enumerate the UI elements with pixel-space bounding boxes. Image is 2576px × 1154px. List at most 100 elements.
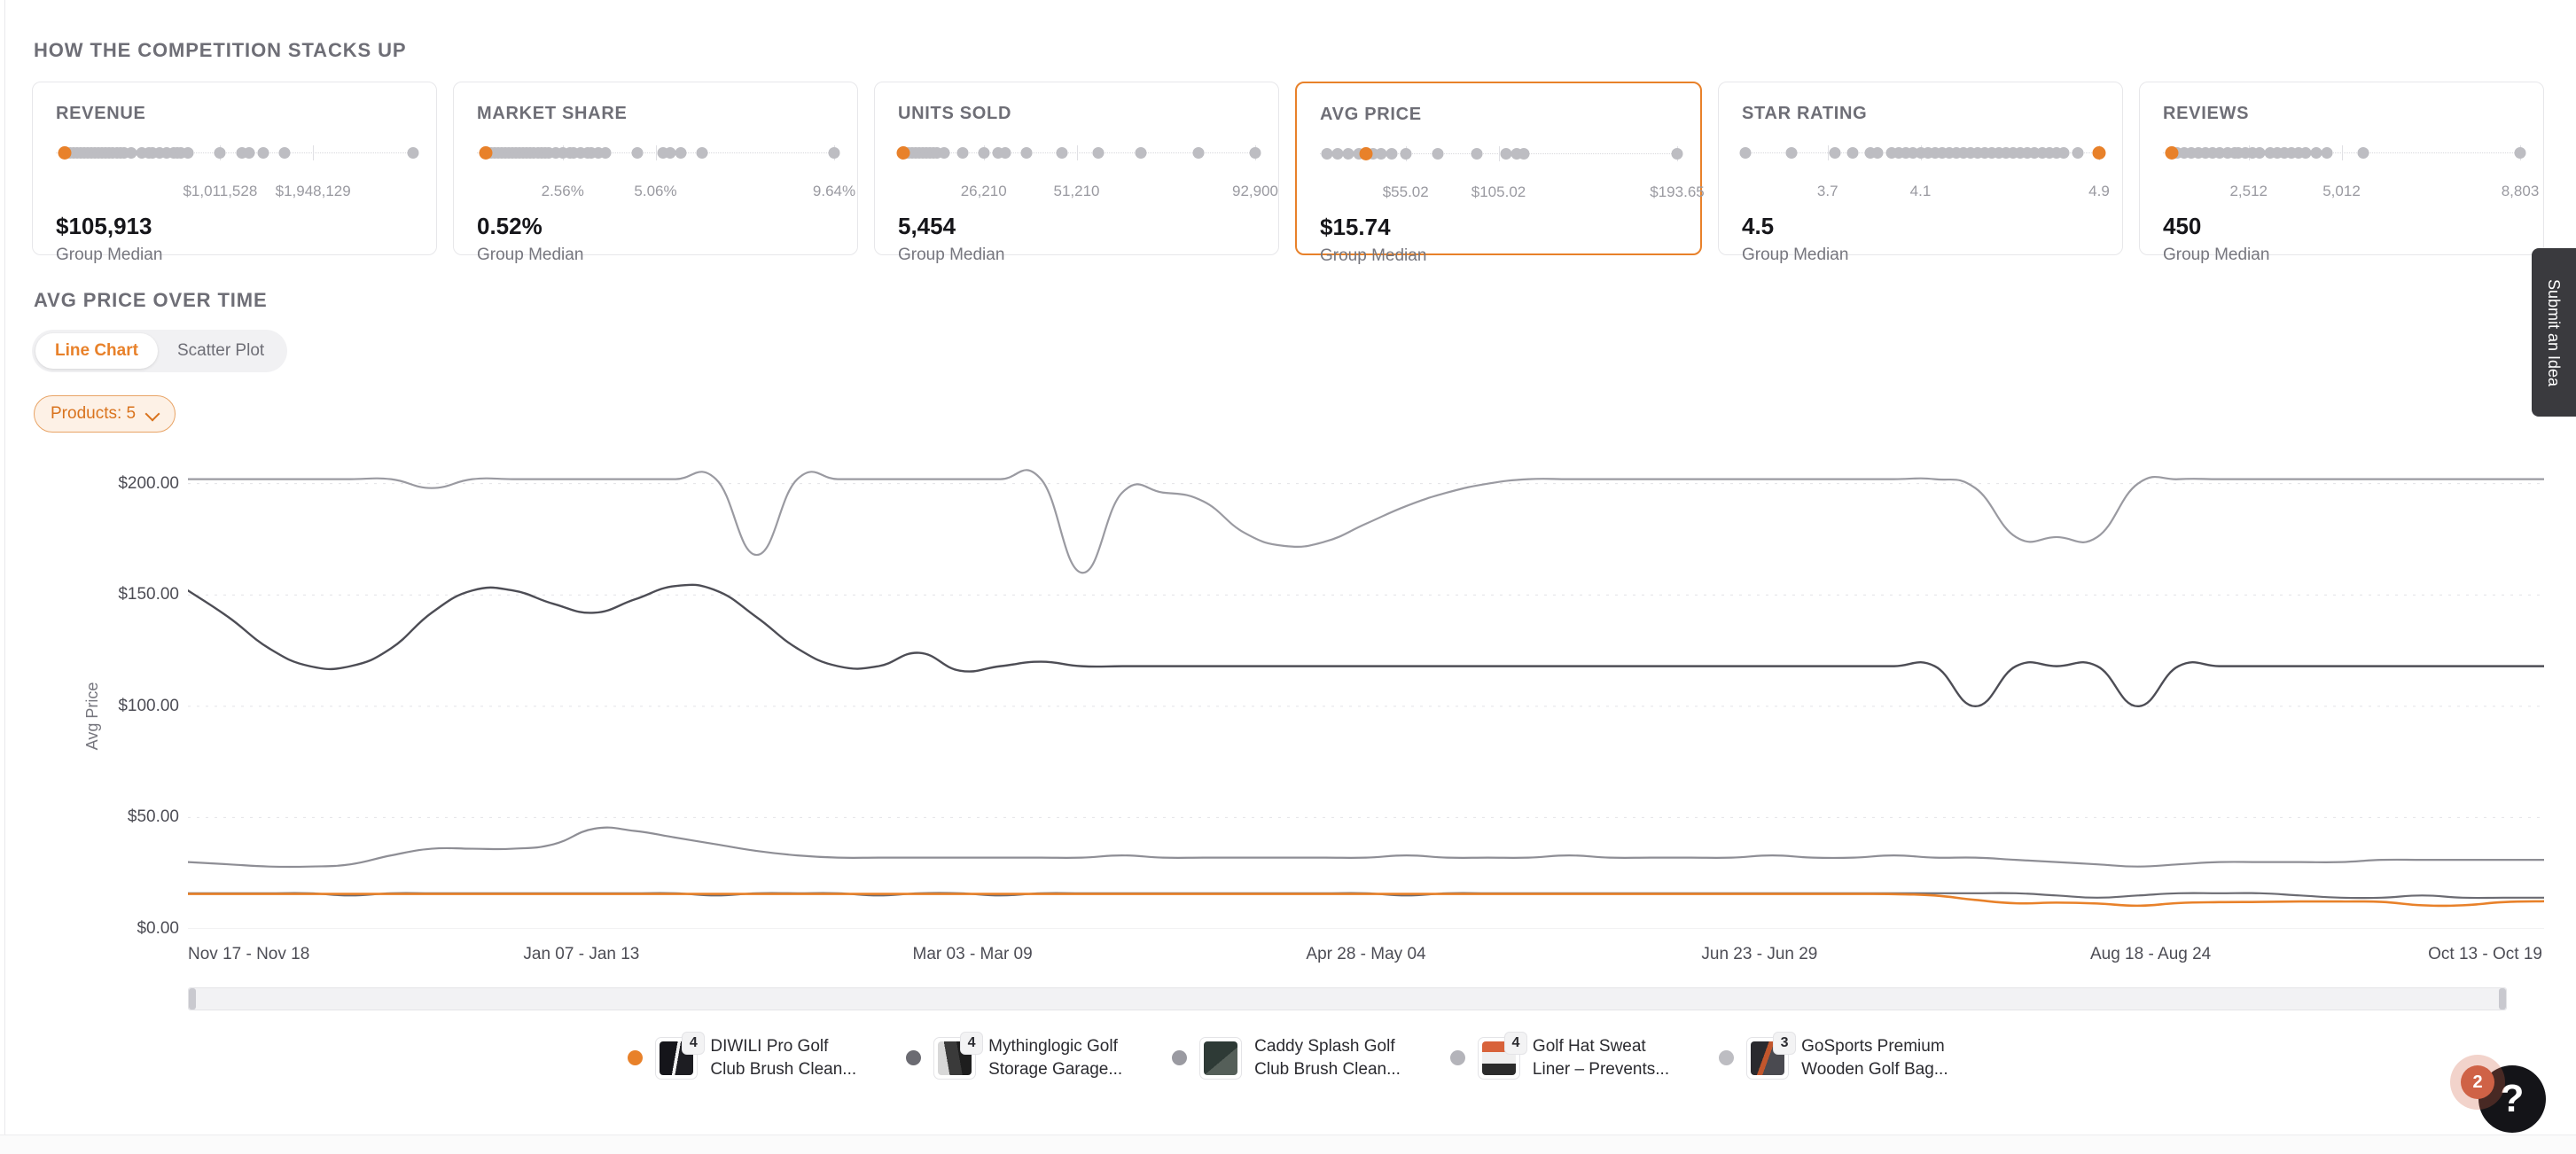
legend-item[interactable]: 4 Golf Hat Sweat Liner – Prevents... (1449, 1032, 1670, 1080)
axis-tick-label: 92,900 (1232, 183, 1278, 199)
distribution-dot (2321, 147, 2333, 159)
distribution-dot (938, 147, 950, 159)
chart-view-scatter-plot[interactable]: Scatter Plot (158, 333, 284, 369)
x-axis-tick-label: Jan 07 - Jan 13 (523, 945, 640, 963)
legend-color-dot (628, 1050, 644, 1066)
legend-color-dot (1449, 1050, 1465, 1066)
distribution-dot (1020, 147, 1033, 159)
axis-tick-label: 3.7 (1816, 183, 1838, 199)
x-axis-tick-label: Nov 17 - Nov 18 (188, 945, 310, 963)
distribution-dot (1829, 147, 1841, 159)
distribution-dot (1321, 148, 1333, 160)
distribution-dot-highlighted (1359, 147, 1373, 160)
product-image (1204, 1041, 1238, 1075)
metric-card-revenue[interactable]: REVENUE $1,011,528 $1,948,129 $105,913 Group… (32, 82, 437, 264)
chart-horizontal-scrollbar[interactable] (188, 987, 2507, 1010)
metric-card-market-share[interactable]: MARKET SHARE 2.56% 9.64% 5.06% 0.52% Group Me… (453, 82, 858, 264)
distribution-dot (2514, 147, 2526, 159)
distribution-dot (2299, 147, 2312, 159)
metric-card-star-rating[interactable]: STAR RATING 3.7 4.1 4.9 4.5 Group Median (1718, 82, 2123, 264)
metric-card-avg-price[interactable]: AVG PRICE $55.02 $105.02 $193.65 $15.74 Group… (1295, 82, 1705, 265)
axis-tick-label: 5.06% (634, 183, 677, 199)
filter-row: Products: 5 (32, 372, 2544, 441)
metric-card-subtitle: Group Median (477, 246, 584, 264)
metric-card-value: 4.5 (1742, 213, 1775, 239)
submit-an-idea-label: Submit an Idea (2545, 278, 2564, 386)
distribution-dot-highlighted (479, 146, 493, 160)
axis-tick-label: 2.56% (541, 183, 584, 199)
distribution-labels: $1,011,528 $1,948,129 (56, 183, 413, 204)
distribution-dot (1432, 148, 1444, 160)
metric-card-title: REVIEWS (2163, 104, 2250, 123)
series-line (188, 585, 2544, 706)
distribution-dot (978, 147, 990, 159)
metric-card-reviews[interactable]: REVIEWS 2,512 5,012 8,803 450 Group Median (2139, 82, 2544, 264)
distribution-dot (1500, 148, 1512, 160)
metric-card-subtitle: Group Median (1320, 246, 1427, 265)
submit-an-idea-tab[interactable]: Submit an Idea (2532, 248, 2576, 417)
distribution-strip (1739, 144, 2106, 179)
distribution-dot-highlighted (58, 146, 72, 160)
metric-card-value: 5,454 (898, 213, 956, 239)
x-axis-tick-label: Oct 13 - Oct 19 (2428, 945, 2542, 963)
distribution-dot (1518, 148, 1530, 160)
metric-card-title: AVG PRICE (1320, 105, 1422, 124)
metric-card-units-sold[interactable]: UNITS SOLD 26,210 51,210 92,900 5,454 Group M… (874, 82, 1279, 264)
axis-tick-label: 2,512 (2229, 183, 2268, 199)
distribution-dot (1331, 148, 1344, 160)
distribution-labels: 2.56% 9.64% 5.06% (477, 183, 855, 204)
series-line (188, 470, 2544, 573)
chart-section-title: Avg Price Over Time (34, 289, 268, 311)
distribution-dot (828, 147, 840, 159)
distribution-dot (1386, 148, 1398, 160)
legend-color-dot (1172, 1050, 1188, 1066)
scrollbar-handle-right[interactable] (2499, 988, 2506, 1010)
distribution-dot (956, 147, 969, 159)
distribution-dot (1375, 148, 1386, 160)
scrollbar-handle-left[interactable] (189, 988, 196, 1010)
distribution-dot (631, 147, 644, 159)
products-filter-pill[interactable]: Products: 5 (34, 395, 176, 433)
y-axis-label: Avg Price (82, 682, 101, 751)
product-thumbnail (1199, 1036, 1243, 1080)
legend-item[interactable]: 4 Mythinglogic Golf Storage Garage... (906, 1032, 1122, 1080)
legend-label: Golf Hat Sweat Liner – Prevents... (1532, 1037, 1670, 1079)
y-axis-tick-label: $50.00 (127, 807, 179, 827)
product-thumbnail: 4 (933, 1032, 983, 1080)
chart-view-toggle[interactable]: Line Chart Scatter Plot (32, 330, 288, 372)
legend-item[interactable]: Caddy Splash Golf Club Brush Clean... (1172, 1035, 1401, 1080)
distribution-dot (278, 147, 291, 159)
metric-card-value: 450 (2163, 213, 2202, 239)
distribution-dot (999, 147, 1011, 159)
legend-color-dot (1719, 1050, 1735, 1066)
distribution-dot (1135, 147, 1147, 159)
distribution-dot (1785, 147, 1798, 159)
distribution-dot (214, 147, 226, 159)
distribution-strip (2163, 144, 2526, 179)
legend-item[interactable]: 3 GoSports Premium Wooden Golf Bag... (1719, 1032, 1948, 1080)
x-axis-tick-label: Apr 28 - May 04 (1306, 945, 1426, 963)
products-filter-label: Products: 5 (51, 404, 137, 423)
distribution-dot (1739, 147, 1752, 159)
metric-card-title: MARKET SHARE (477, 104, 628, 123)
x-axis-tick-label: Aug 18 - Aug 24 (2089, 945, 2212, 963)
chart-view-line-chart[interactable]: Line Chart (35, 333, 158, 369)
distribution-dot-highlighted (2092, 146, 2106, 160)
series-svg (188, 450, 2544, 929)
product-thumbnail: 4 (655, 1032, 705, 1080)
metric-card-value: $105,913 (56, 213, 152, 239)
axis-tick-label: 8,803 (2501, 183, 2540, 199)
distribution-dot (2072, 147, 2084, 159)
axis-tick-label: 26,210 (960, 183, 1007, 199)
plot-canvas (188, 450, 2544, 929)
distribution-strip (896, 144, 1261, 179)
distribution-labels: $55.02 $105.02 $193.65 (1320, 183, 1705, 205)
distribution-dot-highlighted (896, 146, 910, 160)
axis-tick-label: $55.02 (1382, 183, 1429, 200)
series-line (188, 828, 2544, 867)
product-variant-badge: 4 (683, 1032, 705, 1054)
legend-item[interactable]: 4 DIWILI Pro Golf Club Brush Clean... (628, 1032, 856, 1080)
distribution-dot (1671, 148, 1683, 160)
distribution-dot (407, 147, 419, 159)
metric-card-title: STAR RATING (1742, 104, 1868, 123)
